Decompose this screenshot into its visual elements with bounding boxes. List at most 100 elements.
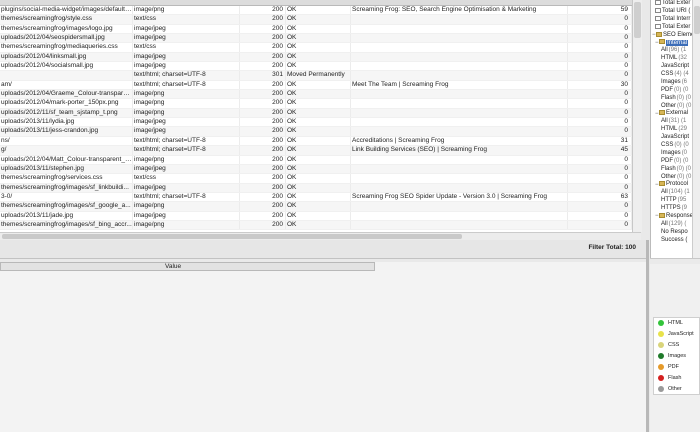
content-type-cell: image/jpeg xyxy=(133,34,240,43)
details-value-column-header[interactable]: Value xyxy=(0,262,375,271)
tree-item-label: PDF xyxy=(661,86,673,93)
status-code-cell: 200 xyxy=(240,90,286,99)
table-row[interactable]: ns/text/html; charset=UTF-8 200 OK Accredit… xyxy=(0,136,632,147)
tree-item-count: (6 xyxy=(681,78,688,85)
content-type-cell: text/html; charset=UTF-8 xyxy=(133,71,240,80)
status-cell: OK xyxy=(286,15,351,24)
legend-label: HTML xyxy=(668,320,683,326)
table-row[interactable]: uploads/2013/11/stephen.jpg image/jpeg 200… xyxy=(0,164,632,175)
folder-icon xyxy=(659,39,665,45)
table-row[interactable]: uploads/2012/04/seospidersmall.jpg image/… xyxy=(0,34,632,44)
status-cell: OK xyxy=(286,164,351,174)
title-cell xyxy=(351,90,568,99)
status-code-cell: 200 xyxy=(240,127,286,136)
legend-item: Other xyxy=(654,384,699,395)
value-header-label: Value xyxy=(165,263,182,270)
title-length-cell: 0 xyxy=(568,118,632,127)
scrollbar-thumb[interactable] xyxy=(2,234,462,239)
title-length-cell: 0 xyxy=(568,90,632,99)
folder-icon xyxy=(656,31,662,37)
table-row[interactable]: text/html; charset=UTF-8 301 Moved Permane… xyxy=(0,71,632,81)
legend-color-dot-icon xyxy=(658,385,664,392)
pane-divider[interactable] xyxy=(646,240,649,432)
table-row[interactable]: 3-0/text/html; charset=UTF-8 200 OK Screami… xyxy=(0,192,632,203)
tree-item-label: HTTPS xyxy=(661,205,681,212)
title-cell xyxy=(351,155,568,164)
address-cell: ns/ xyxy=(0,136,133,146)
tree-item-count: (0) (0 xyxy=(677,102,692,109)
content-type-cell: image/png xyxy=(133,155,240,164)
tree-item-label: All xyxy=(661,47,668,54)
table-row[interactable]: uploads/2012/04/linksmall.jpg image/jpeg 2… xyxy=(0,52,632,63)
table-row[interactable]: themes/screamingfrog/images/sf_bing_accr… xyxy=(0,220,632,231)
status-code-cell: 200 xyxy=(240,6,286,15)
tree-item-count: (0) (0 xyxy=(676,165,692,172)
table-row[interactable]: themes/screamingfrog/style.css text/css 20… xyxy=(0,15,632,25)
status-code-cell: 200 xyxy=(240,62,286,71)
table-row[interactable]: uploads/2013/11/jess-crandon.jpg image/jp… xyxy=(0,127,632,137)
table-body: plugins/social-media-widget/images/defau… xyxy=(0,6,632,231)
status-cell: OK xyxy=(286,80,351,90)
status-cell: OK xyxy=(286,136,351,146)
title-cell xyxy=(351,220,568,230)
table-row[interactable]: uploads/2012/11/sf_team_sjstamp_t.png ima… xyxy=(0,108,632,119)
table-row[interactable]: themes/screamingfrog/images/sf_linkbuild… xyxy=(0,183,632,193)
tree-item-label: HTML xyxy=(661,55,678,62)
tree-item-count: (4) (4 xyxy=(674,71,689,78)
title-cell xyxy=(351,108,568,118)
tree-item-count: (0) (0 xyxy=(674,86,689,93)
status-code-cell: 200 xyxy=(240,80,286,90)
results-table: plugins/social-media-widget/images/defau… xyxy=(0,0,632,232)
tree-item-label: Total Exter xyxy=(662,23,691,30)
table-row[interactable]: uploads/2013/11/lydia.jpg image/jpeg 200 OK… xyxy=(0,118,632,128)
tree-item-label: Other xyxy=(661,173,677,180)
title-cell: Screaming Frog SEO Spider Update - Versi… xyxy=(351,192,568,202)
status-code-cell: 200 xyxy=(240,183,286,192)
content-type-cell: image/png xyxy=(133,6,240,15)
table-row[interactable]: am/text/html; charset=UTF-8 200 OK Meet The… xyxy=(0,80,632,91)
title-length-cell: 0 xyxy=(568,15,632,24)
table-row[interactable]: uploads/2013/11/jade.jpg image/jpeg 200 OK 0 xyxy=(0,211,632,221)
title-length-cell: 0 xyxy=(568,24,632,34)
table-row[interactable]: uploads/2012/04/mark-porter_150px.png ima… xyxy=(0,99,632,109)
legend-item: Images xyxy=(654,351,699,362)
content-type-cell: image/png xyxy=(133,99,240,108)
table-row[interactable]: uploads/2012/04/Matt_Colour-transparent_… xyxy=(0,155,632,165)
title-cell: Accreditations | Screaming Frog xyxy=(351,136,568,146)
tree-vertical-scrollbar[interactable] xyxy=(692,0,700,258)
title-cell: Meet The Team | Screaming Frog xyxy=(351,80,568,90)
status-cell: OK xyxy=(286,99,351,108)
title-cell xyxy=(351,52,568,62)
address-cell: themes/screamingfrog/mediaqueries.css xyxy=(0,43,133,52)
table-row[interactable]: plugins/social-media-widget/images/defau… xyxy=(0,6,632,16)
table-row[interactable]: themes/screamingfrog/images/logo.jpg imag… xyxy=(0,24,632,35)
tree-item-label: CSS xyxy=(661,71,674,78)
scrollbar-thumb[interactable] xyxy=(694,6,700,34)
content-type-cell: image/jpeg xyxy=(133,127,240,136)
tree-item-label: Other xyxy=(661,102,677,109)
tree-item-label: HTML xyxy=(661,126,678,133)
address-cell: plugins/social-media-widget/images/defau… xyxy=(1,6,133,15)
address-cell: themes/screamingfrog/style.css xyxy=(0,15,133,24)
tree-item-count: (0) (0 xyxy=(674,142,689,149)
title-cell xyxy=(351,62,568,71)
document-icon xyxy=(655,7,661,13)
table-row[interactable]: themes/screamingfrog/services.css text/cs… xyxy=(0,174,632,184)
status-cell: OK xyxy=(286,118,351,127)
table-row[interactable]: uploads/2012/04/socialsmall.jpg image/jpe… xyxy=(0,62,632,72)
title-length-cell: 0 xyxy=(568,99,632,108)
title-length-cell: 0 xyxy=(568,34,632,43)
table-horizontal-scrollbar[interactable] xyxy=(0,232,641,240)
address-cell: uploads/2012/04/seospidersmall.jpg xyxy=(0,34,133,43)
table-row[interactable]: g/text/html; charset=UTF-8 200 OK Link Buil… xyxy=(0,146,632,156)
table-row[interactable]: themes/screamingfrog/mediaqueries.css tex… xyxy=(0,43,632,53)
filter-total: Filter Total: 100 xyxy=(588,244,636,251)
content-type-cell: image/jpeg xyxy=(133,52,240,62)
table-vertical-scrollbar[interactable] xyxy=(632,0,642,232)
table-row[interactable]: uploads/2012/04/Graeme_Colour-transpare.… xyxy=(0,90,632,100)
tree-item-count: (0) (0 xyxy=(676,94,692,101)
status-code-cell: 200 xyxy=(240,24,286,34)
table-row[interactable]: themes/screamingfrog/images/sf_google_a.… xyxy=(0,202,632,212)
status-code-cell: 200 xyxy=(240,192,286,202)
scrollbar-thumb[interactable] xyxy=(634,2,641,38)
